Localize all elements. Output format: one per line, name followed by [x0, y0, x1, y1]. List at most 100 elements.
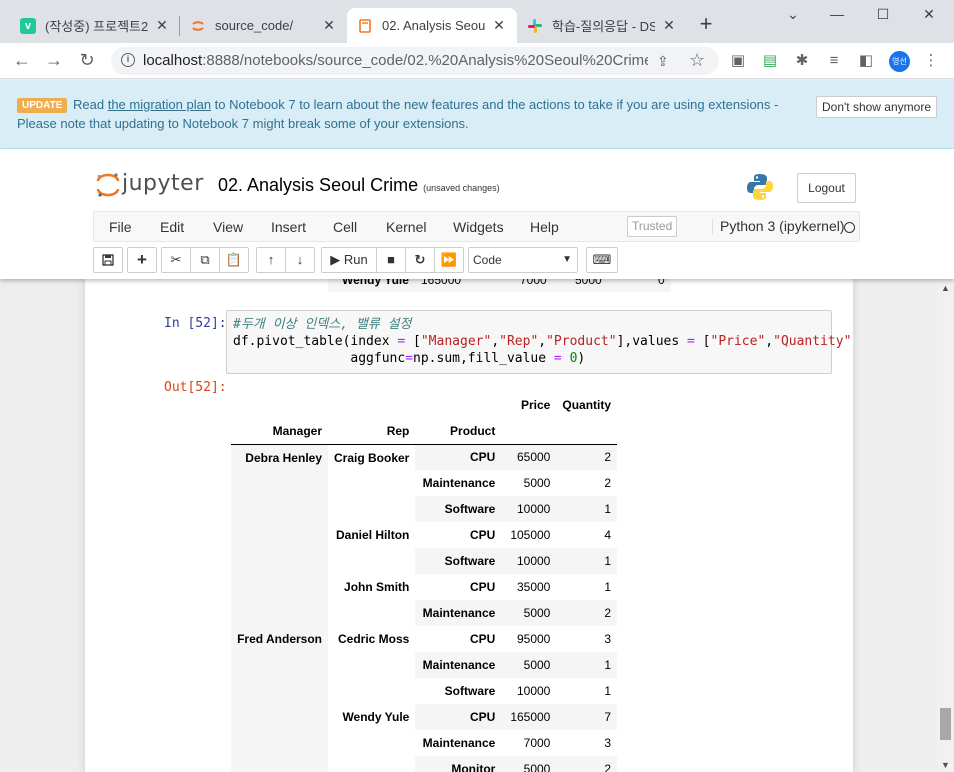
cell-price: 10000 [501, 678, 557, 704]
menu-edit[interactable]: Edit [160, 219, 184, 235]
tab-title: 학습-질의응답 - DS [552, 19, 655, 34]
row-index-rep: John Smith [328, 574, 416, 626]
back-button[interactable]: ← [11, 51, 33, 71]
menu-insert[interactable]: Insert [271, 219, 306, 235]
cell-type-select[interactable]: Code ▼ [468, 247, 578, 273]
paste-icon[interactable]: 📋 [219, 247, 249, 273]
dont-show-anymore-button[interactable]: Don't show anymore [816, 96, 937, 118]
side-panel-icon[interactable]: ◧ [857, 52, 875, 70]
close-tab-icon[interactable]: ✕ [321, 17, 337, 34]
menu-help[interactable]: Help [530, 219, 559, 235]
close-tab-icon[interactable]: ✕ [154, 17, 170, 34]
code-input[interactable]: #두개 이상 인덱스, 밸류 설정 df.pivot_table(index =… [226, 310, 853, 374]
notebook-container: Wendy Yule 165000 7000 5000 0 In [52]: #… [85, 279, 853, 772]
row-index-product: CPU [415, 444, 502, 470]
cell-price: 10000 [501, 496, 557, 522]
new-tab-button[interactable]: + [694, 13, 718, 37]
stop-icon[interactable]: ■ [376, 247, 406, 273]
forward-button[interactable]: → [43, 51, 65, 71]
tab-search-icon[interactable]: ⌄ [778, 6, 808, 26]
move-down-icon[interactable]: ↓ [285, 247, 315, 273]
cell-quantity: 7 [556, 704, 618, 730]
banner-warning: Please note that updating to Notebook 7 … [17, 116, 469, 131]
browser-tab-slack[interactable]: 학습-질의응답 - DS ✕ [517, 8, 687, 43]
scroll-up-icon[interactable]: ▲ [941, 283, 950, 293]
maximize-button[interactable]: ☐ [868, 6, 898, 26]
move-up-icon[interactable]: ↑ [256, 247, 286, 273]
jupyter-header: jupyter 02. Analysis Seoul Crime (unsave… [0, 149, 954, 279]
table-row: Debra Henley Craig Booker CPU 65000 2 [231, 444, 618, 626]
insert-cell-icon[interactable]: + [127, 247, 157, 273]
notebook-site: Wendy Yule 165000 7000 5000 0 In [52]: #… [0, 279, 954, 772]
input-prompt: In [52]: [164, 316, 227, 331]
scroll-down-icon[interactable]: ▼ [941, 760, 950, 770]
cut-icon[interactable]: ✂ [161, 247, 191, 273]
save-icon[interactable] [93, 247, 123, 273]
menu-kernel[interactable]: Kernel [386, 219, 426, 235]
chevron-down-icon: ▼ [562, 254, 572, 265]
index-names-row: Manager Rep Product [231, 418, 618, 444]
menu-file[interactable]: File [109, 219, 132, 235]
trusted-indicator[interactable]: Trusted [627, 216, 678, 237]
row-index-product: Software [415, 548, 502, 574]
cell-quantity: 1 [556, 548, 618, 574]
cell-quantity: 3 [556, 626, 618, 652]
browser-menu-icon[interactable]: ⋮ [922, 52, 940, 70]
reload-button[interactable]: ↻ [76, 51, 98, 71]
row-index-product: Monitor [415, 756, 502, 772]
slack-icon [527, 18, 543, 34]
row-index-rep: Cedric Moss [328, 626, 416, 704]
cell-quantity: 2 [556, 600, 618, 626]
url-text[interactable]: localhost:8888/notebooks/source_code/02.… [143, 52, 648, 69]
close-tab-icon[interactable]: ✕ [491, 17, 507, 34]
extension-avatar-icon[interactable]: ▣ [729, 52, 747, 70]
update-banner: UPDATE Read the migration plan to Notebo… [0, 80, 954, 149]
menu-cell[interactable]: Cell [333, 219, 357, 235]
extensions-puzzle-icon[interactable]: ✱ [793, 52, 811, 70]
cell-quantity: 2 [556, 470, 618, 496]
media-control-icon[interactable]: ≡ [825, 52, 843, 70]
notebook-title[interactable]: 02. Analysis Seoul Crime (unsaved change… [218, 175, 500, 196]
tab-title: (작성중) 프로젝트2 [45, 19, 148, 34]
browser-tab-notebook[interactable]: 02. Analysis Seoul C ✕ [347, 8, 517, 43]
close-tab-icon[interactable]: ✕ [661, 17, 677, 34]
command-palette-icon[interactable]: ⌨ [586, 247, 618, 273]
row-index-product: Maintenance [415, 652, 502, 678]
cell-price: 35000 [501, 574, 557, 600]
extension-green-icon[interactable]: ▤ [761, 52, 779, 70]
row-index-rep: Daniel Hilton [328, 522, 416, 574]
row-index-product: Maintenance [415, 470, 502, 496]
browser-tab-velog[interactable]: v (작성중) 프로젝트2 ✕ [10, 8, 180, 43]
copy-icon[interactable]: ⧉ [190, 247, 220, 273]
prev-value: 5000 [575, 279, 602, 287]
site-info-icon[interactable]: i [121, 53, 135, 67]
index-name-manager: Manager [272, 423, 322, 438]
jupyter-logo[interactable]: jupyter [96, 171, 204, 197]
cell-price: 5000 [501, 600, 557, 626]
page-scrollbar[interactable]: ▲ ▼ [937, 279, 954, 772]
notebook-icon [357, 18, 373, 34]
bookmark-star-icon[interactable]: ☆ [689, 50, 705, 71]
row-index-product: Software [415, 496, 502, 522]
browser-tab-source-code[interactable]: source_code/ ✕ [180, 8, 347, 43]
scroll-thumb[interactable] [940, 708, 951, 740]
migration-plan-link[interactable]: the migration plan [108, 97, 211, 112]
kernel-name[interactable]: Python 3 (ipykernel) [712, 219, 845, 235]
restart-icon[interactable]: ↻ [405, 247, 435, 273]
menu-view[interactable]: View [213, 219, 243, 235]
column-header-price: Price [521, 398, 551, 412]
restart-run-all-icon[interactable]: ⏩ [434, 247, 464, 273]
cell-price: 5000 [501, 470, 557, 496]
row-index-product: CPU [415, 574, 502, 600]
address-bar[interactable]: i localhost:8888/notebooks/source_code/0… [111, 47, 719, 75]
profile-avatar[interactable]: 영선 [889, 51, 910, 72]
minimize-button[interactable]: — [822, 6, 852, 26]
cell-price: 5000 [501, 756, 557, 772]
close-window-button[interactable]: ✕ [914, 6, 944, 26]
share-icon[interactable]: ⇪ [657, 53, 669, 70]
logout-button[interactable]: Logout [797, 173, 856, 203]
menu-widgets[interactable]: Widgets [453, 219, 504, 235]
run-button[interactable]: ▶ Run [321, 247, 377, 273]
cell-quantity: 2 [556, 756, 618, 772]
cell-price: 65000 [501, 444, 557, 470]
